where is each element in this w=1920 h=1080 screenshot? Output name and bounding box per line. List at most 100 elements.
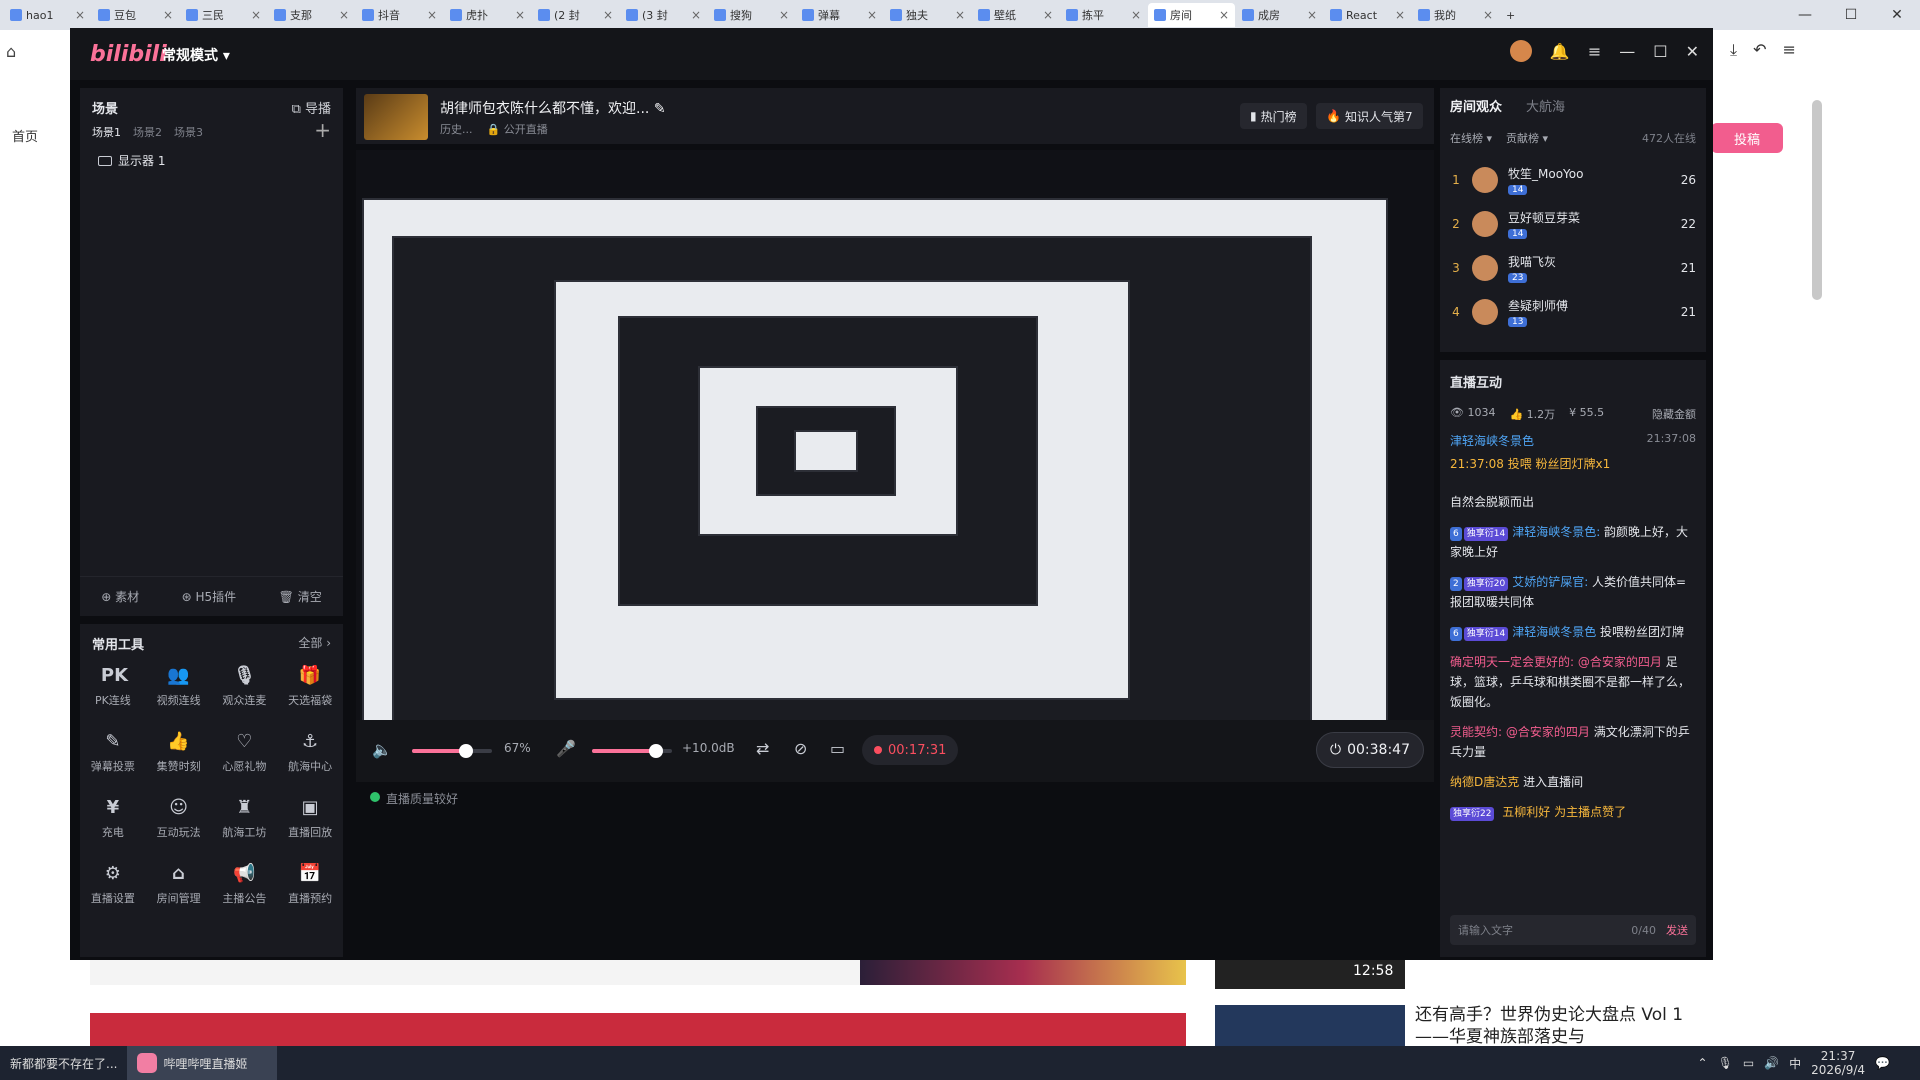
chat-mention[interactable]: @合安家的四月 [1578,655,1662,669]
browser-tab[interactable]: 豆包 × [92,3,179,27]
browser-tab[interactable]: 拣平 × [1060,3,1147,27]
swap-icon[interactable]: ⇄ [756,739,769,758]
ime-indicator[interactable]: 中 [1789,1055,1801,1072]
menu-icon[interactable]: ≡ [1588,42,1601,61]
bg-home-link[interactable]: 首页 [12,126,38,145]
mic-slider[interactable] [592,744,672,758]
clock[interactable]: 21:37 2026/9/4 [1811,1049,1865,1077]
tool-button[interactable]: ♡ 心愿礼物 [212,730,278,784]
avatar[interactable] [1509,40,1532,62]
history-link[interactable]: 历史... [440,121,473,137]
page-scrollbar[interactable] [1812,100,1822,300]
download-icon[interactable]: ⤓ [1730,40,1737,60]
clear-button[interactable]: 🗑 清空 [279,588,322,605]
maximize-icon[interactable]: ☐ [1828,0,1874,30]
close-icon[interactable]: × [75,8,85,22]
menu-icon[interactable]: ≡ [1782,40,1795,60]
close-icon[interactable]: × [515,8,525,22]
close-icon[interactable]: × [955,8,965,22]
stream-title[interactable]: 胡律师包衣陈什么都不懂，欢迎... ✎ [440,98,666,118]
add-scene-button[interactable]: + [314,118,331,142]
chat-user[interactable]: 津轻海峡冬景色: [1512,525,1600,539]
close-icon[interactable]: × [1307,8,1317,22]
tool-button[interactable]: 🎙 观众连麦 [212,664,278,718]
maximize-icon[interactable]: ☐ [1653,42,1667,61]
audience-name[interactable]: 我喵飞灰 [1508,253,1556,270]
tool-button[interactable]: ¥ 充电 [80,796,146,850]
audience-name[interactable]: 豆好顿豆芽菜 [1508,209,1580,226]
tool-button[interactable]: 👥 视频连线 [146,664,212,718]
chat-user[interactable]: 津轻海峡冬景色 [1512,625,1596,639]
close-icon[interactable]: × [1043,8,1053,22]
stream-cover[interactable] [364,94,428,140]
new-tab-button[interactable]: + [1500,3,1587,27]
tab-guard[interactable]: 大航海 [1526,96,1565,115]
bg-upload-button[interactable]: 投稿 [1711,123,1783,153]
mic-icon[interactable]: 🎤 [556,739,576,758]
browser-tab[interactable]: hao1 × [4,3,91,27]
chat-input[interactable]: 请输入文字 0/40 发送 [1450,915,1696,945]
tab-scene-1[interactable]: 场景1 [92,124,121,140]
close-icon[interactable]: × [163,8,173,22]
close-icon[interactable]: × [1131,8,1141,22]
record-button[interactable]: 00:17:31 [862,735,959,765]
tool-button[interactable]: ☺ 互动玩法 [146,796,212,850]
browser-tab[interactable]: 三民 × [180,3,267,27]
chat-mention[interactable]: @合安家的四月 [1506,725,1590,739]
avatar[interactable] [1472,211,1498,237]
browser-tab[interactable]: 房间 × [1148,3,1235,27]
audience-row[interactable]: 3 我喵飞灰 23 21 [1450,246,1696,290]
close-icon[interactable]: × [603,8,613,22]
close-icon[interactable]: × [691,8,701,22]
avatar[interactable] [1472,167,1498,193]
tool-button[interactable]: 👍 集赞时刻 [146,730,212,784]
tab-room-audience[interactable]: 房间观众 [1450,96,1502,115]
close-icon[interactable]: × [1219,8,1229,22]
chat-user[interactable]: 艾娇的铲屎官: [1512,575,1588,589]
visibility-toggle[interactable]: 🔒 公开直播 [487,121,548,137]
undo-icon[interactable]: ↶ [1753,40,1766,60]
avatar[interactable] [1472,255,1498,281]
all-tools-link[interactable]: 全部 › [298,634,331,651]
minimize-icon[interactable]: — [1619,42,1635,61]
browser-tab[interactable]: 我的 × [1412,3,1499,27]
bell-icon[interactable]: 🔔 [1550,42,1570,61]
close-icon[interactable]: × [339,8,349,22]
enter-user[interactable]: 纳德D唐达克 [1450,775,1519,789]
tool-button[interactable]: 📢 主播公告 [212,862,278,916]
browser-tab[interactable]: (2 封 × [532,3,619,27]
screen-icon[interactable]: ▭ [830,739,845,758]
audience-name[interactable]: 牧笙_MooYoo [1508,165,1583,182]
browser-tab[interactable]: 抖音 × [356,3,443,27]
mic-tray-icon[interactable]: 🎙 [1718,1056,1733,1070]
taskbar-item-live-studio[interactable]: 哔哩哔哩直播姬 [127,1046,278,1080]
audience-name[interactable]: 叁疑刺师傅 [1508,297,1568,314]
close-icon[interactable]: ✕ [1686,42,1699,61]
tool-button[interactable]: 📅 直播预约 [277,862,343,916]
chat-user[interactable]: 灵能契约: [1450,725,1506,739]
hide-amount-toggle[interactable]: 隐藏金额 [1652,406,1696,422]
filter-online[interactable]: 在线榜 ▾ [1450,130,1492,146]
close-icon[interactable]: × [251,8,261,22]
tool-button[interactable]: ⌂ 房间管理 [146,862,212,916]
mic-knob[interactable] [649,744,663,758]
tool-button[interactable]: 🎁 天选福袋 [277,664,343,718]
h5-plugin-button[interactable]: ⊛ H5插件 [182,588,237,605]
close-icon[interactable]: × [867,8,877,22]
audience-row[interactable]: 1 牧笙_MooYoo 14 26 [1450,158,1696,202]
end-live-button[interactable]: ⏻ 00:38:47 [1316,732,1424,768]
tab-scene-2[interactable]: 场景2 [133,124,162,140]
volume-slider[interactable] [412,744,492,758]
browser-tab[interactable]: 虎扑 × [444,3,531,27]
mute-icon[interactable]: ⊘ [794,739,807,758]
tool-button[interactable]: ⚙ 直播设置 [80,862,146,916]
close-icon[interactable]: × [1395,8,1405,22]
bg-video-thumbnail-2[interactable] [1215,1005,1405,1050]
send-button[interactable]: 发送 [1666,922,1688,938]
home-icon[interactable]: ⌂ [6,42,16,61]
browser-tab[interactable]: React × [1324,3,1411,27]
close-icon[interactable]: ✕ [1874,0,1920,30]
browser-tab[interactable]: 弹幕 × [796,3,883,27]
close-icon[interactable]: × [779,8,789,22]
bg-video-caption[interactable]: 还有高手？世界伪史论大盘点 Vol 1——华夏神族部落史与 [1415,1004,1715,1048]
